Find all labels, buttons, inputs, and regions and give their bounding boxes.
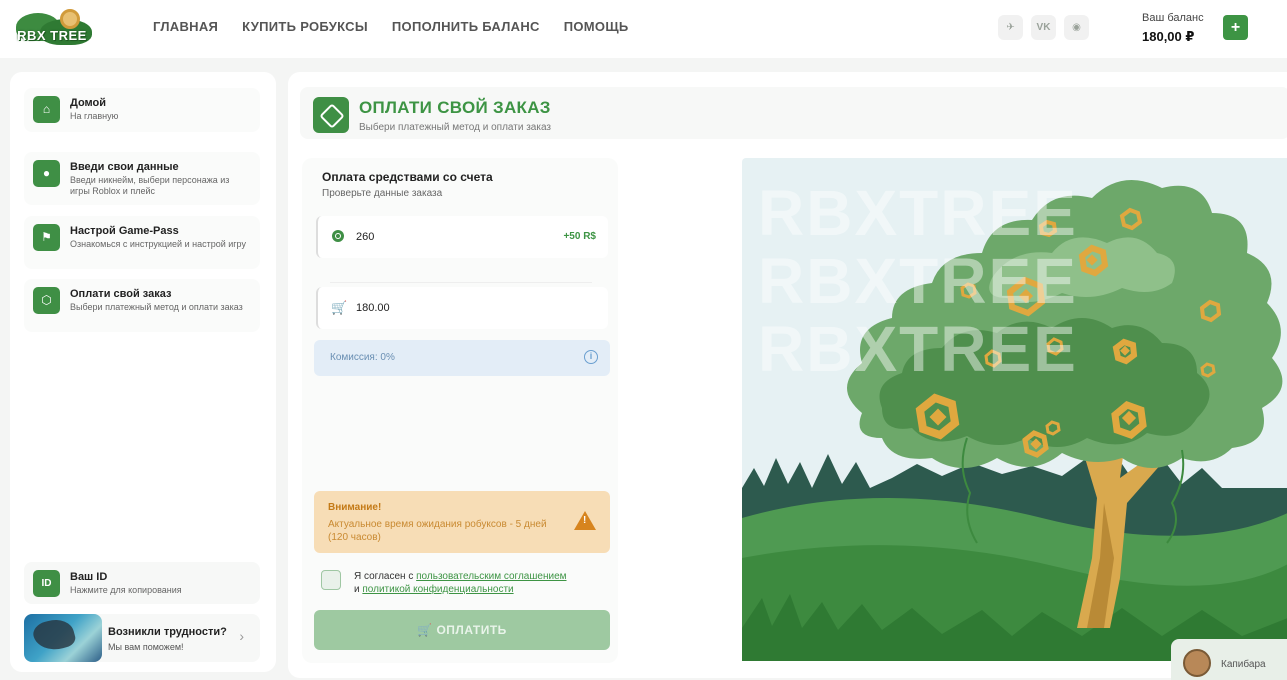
sidebar-item-subtitle: Выбери платежный метод и оплати заказ xyxy=(70,302,243,312)
payment-title: Оплата средствами со счета xyxy=(322,170,493,184)
top-header: RBX TREE ГЛАВНАЯ КУПИТЬ РОБУКСЫ ПОПОЛНИТ… xyxy=(0,0,1287,58)
sidebar-item-home[interactable]: ⌂ Домой На главную xyxy=(24,88,260,132)
tree-illustration: RBXTREE RBXTREE RBXTREE xyxy=(742,158,1287,661)
sidebar-item-title: Настрой Game-Pass xyxy=(70,225,179,237)
chat-widget[interactable]: Капибара xyxy=(1171,639,1287,680)
price-field[interactable]: 🛒 180.00 xyxy=(316,287,608,329)
map-pin-icon: ⚑ xyxy=(33,224,60,251)
agreement-text: Я согласен с пользовательским соглашение… xyxy=(354,570,614,596)
robux-amount-value: 260 xyxy=(356,231,375,243)
sidebar-item-your-id[interactable]: ID Ваш ID Нажмите для копирования xyxy=(24,562,260,604)
watermark-line-3: RBXTREE xyxy=(758,313,1078,385)
page-header: ОПЛАТИ СВОЙ ЗАКАЗ Выбери платежный метод… xyxy=(300,87,1287,139)
chevron-right-icon: › xyxy=(239,628,244,644)
help-subtitle: Мы вам поможем! xyxy=(108,642,184,652)
warning-notice: Внимание! Актуальное время ожидания робу… xyxy=(314,491,610,553)
discord-icon[interactable]: ◉ xyxy=(1064,15,1089,40)
id-icon: ID xyxy=(33,570,60,597)
robux-icon xyxy=(313,97,349,133)
nav-buy-robux[interactable]: КУПИТЬ РОБУКСЫ xyxy=(242,19,368,34)
rbx-tree-logo[interactable]: RBX TREE xyxy=(10,9,94,47)
watermark-line-2: RBXTREE xyxy=(758,245,1078,317)
sidebar-item-subtitle: Введи никнейм, выбери персонажа из игры … xyxy=(70,175,230,196)
robux-coin-icon xyxy=(332,230,344,242)
commission-text: Комиссия: 0% xyxy=(330,352,395,363)
help-card[interactable]: Возникли трудности? Мы вам поможем! › xyxy=(24,614,260,662)
sidebar-item-title: Оплати свой заказ xyxy=(70,288,172,300)
vk-icon[interactable]: VK xyxy=(1031,15,1056,40)
warning-icon: ! xyxy=(574,511,596,530)
sidebar-item-subtitle: Ознакомься с инструкцией и настрой игру xyxy=(70,239,246,249)
payment-card: Оплата средствами со счета Проверьте дан… xyxy=(302,158,618,663)
warning-title: Внимание! xyxy=(328,502,382,513)
chat-name: Капибара xyxy=(1221,659,1266,670)
robux-amount-field[interactable]: 260 +50 R$ xyxy=(316,216,608,258)
nav-home[interactable]: ГЛАВНАЯ xyxy=(153,19,218,34)
balance-widget: Ваш баланс 180,00 ₽ xyxy=(1142,12,1204,45)
warning-text: Актуальное время ожидания робуксов - 5 д… xyxy=(328,519,547,543)
terms-link[interactable]: пользовательским соглашением xyxy=(416,571,566,582)
info-icon[interactable]: i xyxy=(584,350,598,364)
nav-topup-balance[interactable]: ПОПОЛНИТЬ БАЛАНС xyxy=(392,19,540,34)
robux-bonus: +50 R$ xyxy=(563,231,596,242)
sidebar-item-gamepass[interactable]: ⚑ Настрой Game-Pass Ознакомься с инструк… xyxy=(24,216,260,269)
cart-icon: 🛒 xyxy=(331,300,348,315)
telegram-icon[interactable]: ✈ xyxy=(998,15,1023,40)
add-balance-button[interactable]: + xyxy=(1223,15,1248,40)
capybara-avatar xyxy=(1183,649,1211,677)
main-panel: ОПЛАТИ СВОЙ ЗАКАЗ Выбери платежный метод… xyxy=(288,72,1287,678)
balance-label: Ваш баланс xyxy=(1142,12,1204,24)
help-title: Возникли трудности? xyxy=(108,626,227,638)
sidebar-item-enter-data[interactable]: ● Введи свои данные Введи никнейм, выбер… xyxy=(24,152,260,205)
sidebar-item-subtitle: На главную xyxy=(70,111,119,121)
agreement-prefix: Я согласен с xyxy=(354,571,417,582)
warning-glyph: ! xyxy=(583,515,587,526)
price-value: 180.00 xyxy=(356,302,390,314)
divider xyxy=(330,282,592,283)
user-icon: ● xyxy=(33,160,60,187)
social-links: ✈ VK ◉ xyxy=(998,15,1089,40)
privacy-link[interactable]: политикой конфиденциальности xyxy=(362,584,513,595)
page-title: ОПЛАТИ СВОЙ ЗАКАЗ xyxy=(359,98,551,117)
id-title: Ваш ID xyxy=(70,571,108,583)
logo-coin-icon xyxy=(60,9,80,29)
nav-help[interactable]: ПОМОЩЬ xyxy=(564,19,629,34)
steps-sidebar: ⌂ Домой На главную ● Введи свои данные В… xyxy=(10,72,276,672)
balance-value: 180,00 ₽ xyxy=(1142,29,1195,44)
sidebar-item-title: Домой xyxy=(70,97,107,109)
sidebar-item-title: Введи свои данные xyxy=(70,161,179,173)
agreement-checkbox[interactable] xyxy=(321,570,341,590)
home-icon: ⌂ xyxy=(33,96,60,123)
id-subtitle: Нажмите для копирования xyxy=(70,585,182,595)
help-image xyxy=(24,614,102,662)
page-subtitle: Выбери платежный метод и оплати заказ xyxy=(359,122,551,133)
main-nav: ГЛАВНАЯ КУПИТЬ РОБУКСЫ ПОПОЛНИТЬ БАЛАНС … xyxy=(153,19,629,34)
watermark-line-1: RBXTREE xyxy=(758,177,1078,249)
payment-subtitle: Проверьте данные заказа xyxy=(322,188,443,199)
pay-button[interactable]: 🛒 ОПЛАТИТЬ xyxy=(314,610,610,650)
commission-notice: Комиссия: 0% i xyxy=(314,340,610,376)
robux-icon: ⬡ xyxy=(33,287,60,314)
sidebar-item-pay-order[interactable]: ⬡ Оплати свой заказ Выбери платежный мет… xyxy=(24,279,260,332)
logo-text: RBX TREE xyxy=(17,28,87,43)
